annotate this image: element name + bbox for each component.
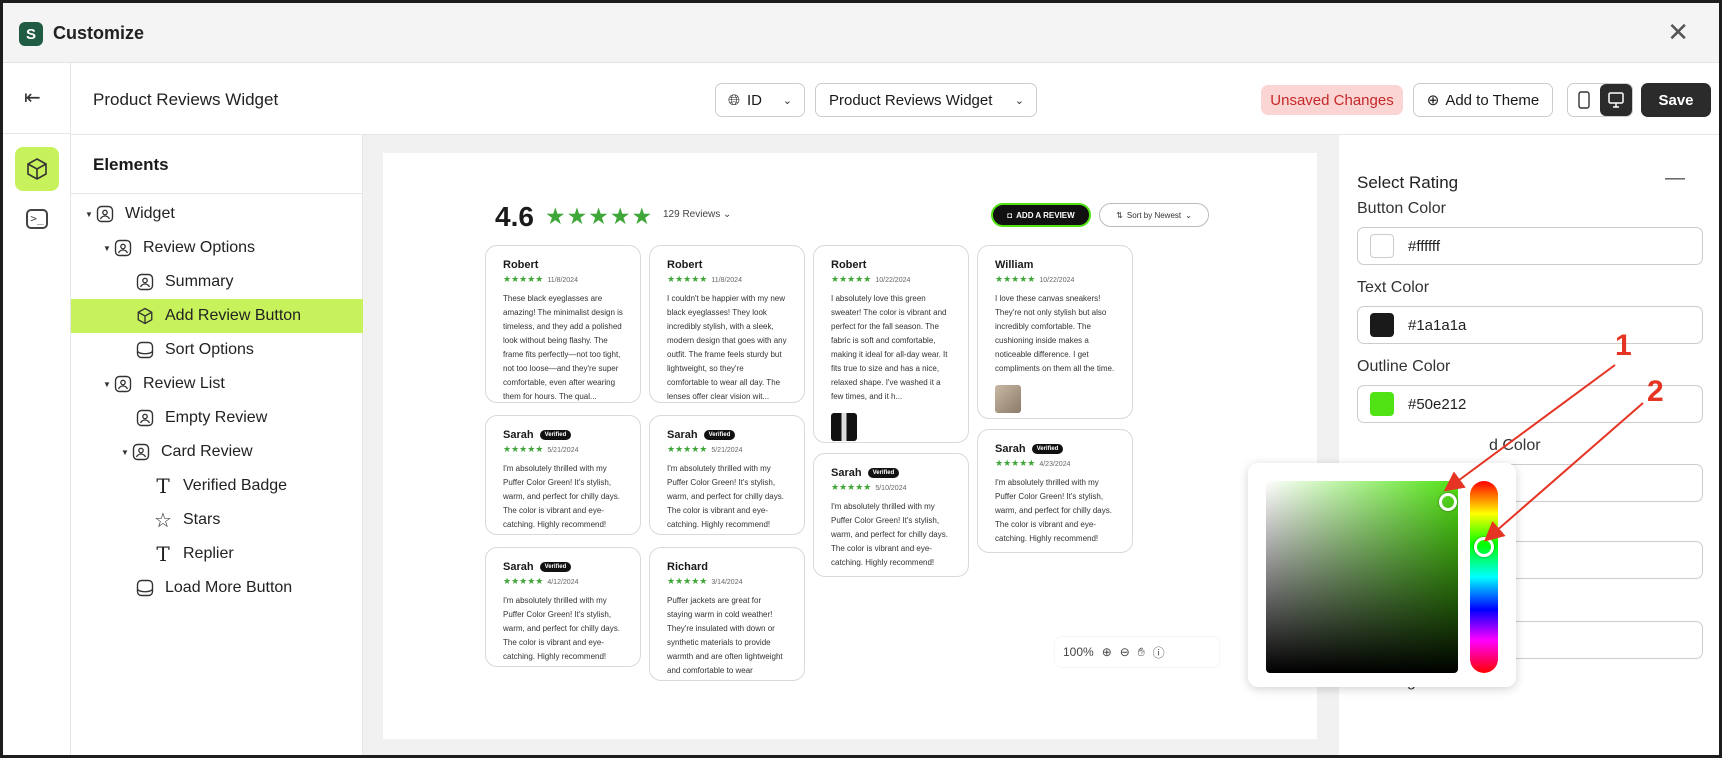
annotation-label-1: 1: [1615, 329, 1632, 362]
annotation-arrow-2: [1483, 402, 1644, 542]
annotation-arrow-1: [1443, 364, 1616, 492]
annotation-label-2: 2: [1647, 375, 1664, 408]
annotation-arrows: [1443, 364, 1644, 542]
customize-window: S Customize ✕ ⇤ >_ Product Reviews Widge…: [3, 3, 1719, 755]
